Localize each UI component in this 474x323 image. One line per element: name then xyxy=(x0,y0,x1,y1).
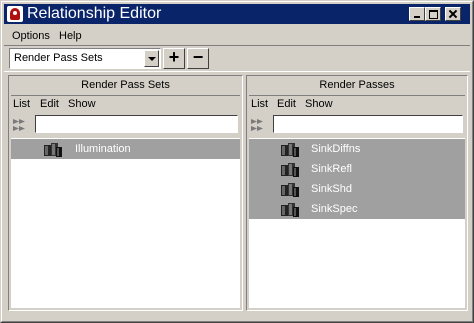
render-pass-icon xyxy=(280,181,300,198)
list-item-label: SinkDiffns xyxy=(311,143,361,155)
title-bar[interactable]: Relationship Editor xyxy=(4,4,470,24)
filter-arrows-icon[interactable] xyxy=(12,117,32,133)
list-item[interactable]: SinkRefl xyxy=(249,159,465,179)
mode-dropdown[interactable]: Render Pass Sets xyxy=(9,48,161,69)
maximize-button[interactable] xyxy=(425,7,441,21)
minimize-button[interactable] xyxy=(409,7,425,21)
panel-menu-bar: List Edit Show xyxy=(247,97,467,112)
chevron-down-icon[interactable] xyxy=(144,50,159,67)
render-pass-set-icon xyxy=(43,141,63,158)
filter-input[interactable] xyxy=(273,115,463,133)
list-item[interactable]: SinkShd xyxy=(249,179,465,199)
filter-row xyxy=(9,114,242,136)
add-button[interactable]: + xyxy=(163,48,185,69)
panel-title: Render Passes xyxy=(319,79,395,91)
maya-app-icon[interactable] xyxy=(7,6,23,22)
window-title: Relationship Editor xyxy=(27,5,162,22)
render-pass-icon xyxy=(280,201,300,218)
render-pass-sets-list[interactable]: Illumination xyxy=(11,138,240,308)
list-item[interactable]: SinkSpec xyxy=(249,199,465,219)
list-item-label: SinkSpec xyxy=(311,203,358,215)
filter-arrows-icon[interactable] xyxy=(250,117,270,133)
list-item-label: SinkRefl xyxy=(311,163,352,175)
filter-row xyxy=(247,114,467,136)
panel-title: Render Pass Sets xyxy=(81,79,170,91)
close-button[interactable] xyxy=(445,7,461,21)
render-pass-icon xyxy=(280,161,300,178)
panel-menu-list[interactable]: List xyxy=(251,98,268,110)
panel-menu-edit[interactable]: Edit xyxy=(40,98,59,110)
list-item[interactable]: SinkDiffns xyxy=(249,139,465,159)
mode-dropdown-value: Render Pass Sets xyxy=(14,52,103,64)
filter-input[interactable] xyxy=(35,115,238,133)
divider xyxy=(249,95,465,96)
toolbar: Render Pass Sets + − xyxy=(4,47,470,72)
render-pass-icon xyxy=(280,141,300,158)
menu-bar: Options Help xyxy=(4,27,470,46)
menu-options[interactable]: Options xyxy=(12,30,50,42)
remove-button[interactable]: − xyxy=(187,48,209,69)
divider xyxy=(11,95,240,96)
panel-menu-edit[interactable]: Edit xyxy=(277,98,296,110)
list-item[interactable]: Illumination xyxy=(11,139,240,159)
render-pass-sets-panel: Render Pass Sets List Edit Show Illumina… xyxy=(8,75,243,311)
panel-menu-show[interactable]: Show xyxy=(305,98,333,110)
panel-menu-bar: List Edit Show xyxy=(9,97,242,112)
panel-menu-list[interactable]: List xyxy=(13,98,30,110)
list-item-label: Illumination xyxy=(75,143,131,155)
render-passes-panel: Render Passes List Edit Show SinkDiffns … xyxy=(246,75,468,311)
relationship-editor-window: Relationship Editor Options Help Render … xyxy=(0,0,474,323)
list-item-label: SinkShd xyxy=(311,183,352,195)
render-passes-list[interactable]: SinkDiffns SinkRefl SinkShd SinkSpec xyxy=(249,138,465,308)
panel-menu-show[interactable]: Show xyxy=(68,98,96,110)
menu-help[interactable]: Help xyxy=(59,30,82,42)
